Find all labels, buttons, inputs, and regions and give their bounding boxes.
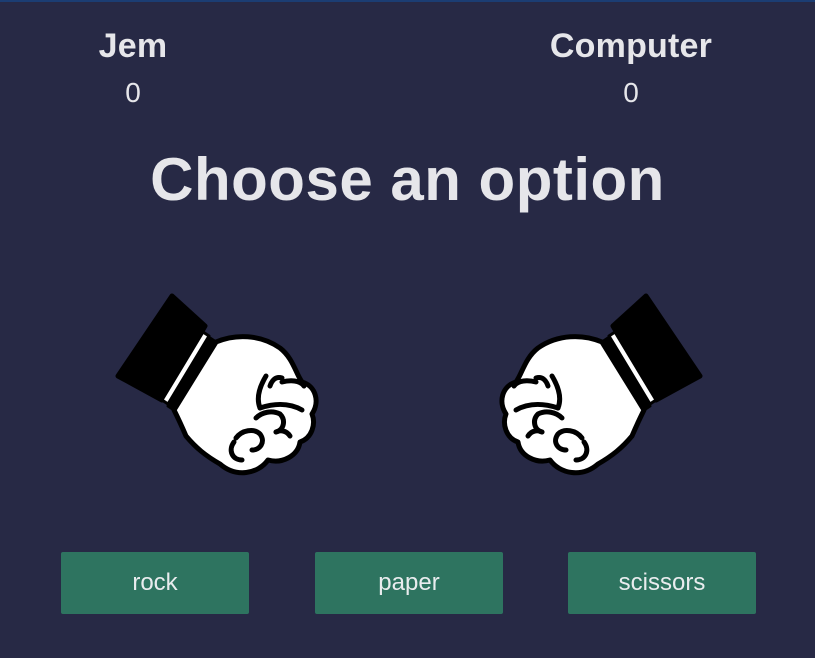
computer-name: Computer [549, 27, 713, 65]
computer-fist-icon [488, 290, 708, 482]
paper-button[interactable]: paper [315, 552, 503, 614]
player-name: Jem [98, 27, 168, 65]
player-score: 0 [125, 77, 141, 108]
player-scoreboard: Jem 0 [13, 26, 253, 108]
computer-scoreboard: Computer 0 [511, 26, 751, 108]
scissors-button[interactable]: scissors [568, 552, 756, 614]
player-fist-icon [110, 290, 330, 482]
game-message: Choose an option [150, 146, 665, 213]
computer-score: 0 [623, 77, 639, 108]
rock-button[interactable]: rock [61, 552, 249, 614]
